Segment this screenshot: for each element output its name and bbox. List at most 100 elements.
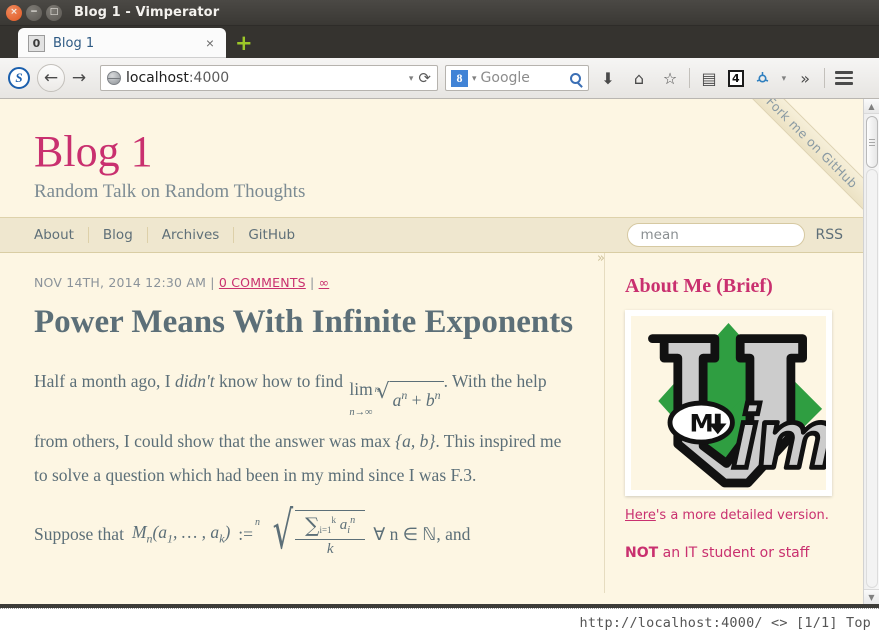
radicand-plus: + — [407, 389, 426, 410]
chevron-down-icon[interactable]: ▾ — [409, 73, 414, 84]
window-title: Blog 1 - Vimperator — [74, 5, 220, 20]
p2-nth-root: n √ ∑i=1k ain k — [255, 505, 366, 558]
minimize-window-button[interactable]: − — [26, 4, 42, 21]
toolbar-divider — [689, 68, 690, 88]
maximize-window-button[interactable]: □ — [46, 4, 62, 21]
sidebar-toggle-icon[interactable]: » — [591, 247, 611, 269]
sidebar-detail-link-line: Here's a more detailed version. — [625, 508, 845, 523]
p2-function-name: Mn(a1, … , ak) — [132, 522, 230, 547]
navigation-toolbar: S ← → localhost:4000 ▾ ⟳ 8 ▾ Google ⬇ ⌂ … — [0, 58, 879, 99]
nav-arrows: ← → — [37, 64, 93, 92]
search-engine-chevron-icon[interactable]: ▾ — [472, 73, 477, 84]
p1-max-set: {a, b} — [395, 430, 436, 451]
addon-icon[interactable] — [751, 65, 775, 91]
p2-forall-clause: ∀ n ∈ ℕ, and — [373, 523, 471, 544]
skype-extension-icon[interactable]: S — [8, 67, 30, 89]
post-content: NOV 14TH, 2014 12:30 AM | 0 COMMENTS | ∞… — [0, 253, 605, 594]
home-icon[interactable]: ⌂ — [627, 65, 651, 91]
limit-operator: lim n→∞ — [349, 372, 372, 424]
p2-args-mid: , … , a — [173, 521, 220, 542]
addon-count-badge[interactable]: 4 — [728, 69, 744, 87]
close-tab-icon[interactable]: × — [202, 35, 218, 51]
post-title[interactable]: Power Means With Infinite Exponents — [34, 302, 576, 342]
sidebar-note-emphasis: NOT — [625, 545, 659, 562]
sidebar-note-rest: an IT student or staff — [658, 545, 810, 562]
p2-text-a: Suppose that — [34, 523, 124, 544]
overflow-chevrons-icon[interactable]: » — [793, 65, 817, 91]
minimize-icon: − — [30, 7, 38, 17]
site-title[interactable]: Blog 1 — [34, 128, 863, 175]
post-comments-link[interactable]: 0 COMMENTS — [219, 275, 306, 290]
p2-args-close: ) — [224, 521, 231, 542]
sum-lower-limit: i=1 — [319, 525, 332, 536]
limit-subscript: n→∞ — [349, 407, 373, 419]
search-icon[interactable] — [570, 72, 581, 84]
web-page: Fork me on GitHub Blog 1 Random Talk on … — [0, 99, 863, 604]
nav-item-about[interactable]: About — [34, 227, 89, 244]
reading-list-icon[interactable]: ▤ — [697, 65, 721, 91]
menu-button[interactable] — [832, 65, 856, 91]
addon-chevron-icon[interactable]: ▾ — [782, 73, 787, 84]
browser-tab[interactable]: 0 Blog 1 × — [18, 28, 226, 58]
nav-item-archives[interactable]: Archives — [148, 227, 235, 244]
nth-root-expression: n √ an + bn — [375, 380, 444, 417]
forward-button[interactable]: → — [65, 64, 93, 92]
close-window-button[interactable]: × — [6, 4, 22, 21]
tab-number-badge: 0 — [28, 34, 45, 52]
site-header: Blog 1 Random Talk on Random Thoughts — [0, 99, 863, 217]
nav-item-blog[interactable]: Blog — [89, 227, 148, 244]
url-host: localhost — [126, 70, 189, 86]
bookmark-star-icon[interactable]: ☆ — [658, 65, 682, 91]
scroll-down-button[interactable]: ▼ — [864, 589, 879, 604]
nav-item-github[interactable]: GitHub — [234, 227, 309, 243]
radicand-b: b — [425, 389, 435, 410]
summation-icon: ∑ — [305, 513, 320, 538]
sidebar-detail-link[interactable]: Here — [625, 508, 656, 523]
p2-fraction-numerator: ∑i=1k ain — [295, 513, 365, 539]
post-formula-2: Suppose that Mn(a1, … , ak) := n √ ∑i=1k… — [34, 505, 576, 558]
new-tab-button[interactable]: + — [235, 33, 253, 54]
vim-markdown-logo-icon: M — [648, 323, 826, 488]
radicand-b-exponent: n — [434, 387, 441, 402]
window-controls: × − □ — [0, 4, 62, 21]
vimperator-status-bar: http://localhost:4000/ <> [1/1] Top — [0, 608, 879, 636]
sum-upper-limit: k — [331, 515, 337, 526]
p2-fraction-denominator: k — [295, 539, 366, 558]
post-permalink[interactable]: ∞ — [319, 275, 330, 290]
reload-icon[interactable]: ⟳ — [418, 69, 431, 87]
page-columns: NOV 14TH, 2014 12:30 AM | 0 COMMENTS | ∞… — [0, 251, 863, 594]
scroll-up-button[interactable]: ▲ — [864, 99, 879, 114]
sum-body-exponent: n — [350, 515, 356, 527]
google-icon[interactable]: 8 — [451, 69, 468, 87]
tab-title: Blog 1 — [53, 35, 95, 51]
post-paragraph-1: Half a month ago, I didn't know how to f… — [34, 364, 576, 492]
rss-link[interactable]: RSS — [815, 227, 843, 243]
page-viewport: Fork me on GitHub Blog 1 Random Talk on … — [0, 99, 879, 604]
p1-emphasis: didn't — [174, 371, 215, 392]
close-icon: × — [10, 7, 18, 17]
address-bar[interactable]: localhost:4000 ▾ ⟳ — [100, 65, 438, 91]
maximize-icon: □ — [49, 7, 59, 17]
search-bar[interactable]: 8 ▾ Google — [445, 65, 589, 91]
p2-root-index: n — [255, 517, 261, 529]
p2-fraction: ∑i=1k ain k — [295, 510, 366, 558]
sum-body-subscript: i — [347, 525, 351, 537]
avatar: M — [625, 310, 832, 497]
limit-op-label: lim — [349, 379, 373, 400]
sidebar-heading: About Me (Brief) — [625, 275, 773, 298]
site-search-input[interactable]: mean — [627, 223, 806, 248]
page-scrollbar[interactable]: ▲ ▼ — [863, 99, 879, 604]
scrollbar-track[interactable] — [866, 169, 878, 588]
sidebar-note: NOT an IT student or staff — [625, 545, 845, 561]
svg-text:M: M — [690, 408, 714, 437]
search-input[interactable]: Google — [481, 70, 566, 86]
download-icon[interactable]: ⬇ — [596, 65, 620, 91]
site-navigation: About Blog Archives GitHub mean RSS — [0, 217, 863, 254]
sidebar-detail-rest: 's a more detailed version. — [655, 508, 829, 524]
p2-M: M — [131, 521, 147, 542]
url-port: :4000 — [188, 70, 230, 86]
back-button[interactable]: ← — [37, 64, 65, 92]
status-bar-text: http://localhost:4000/ <> [1/1] Top — [579, 614, 871, 631]
scrollbar-thumb[interactable] — [866, 116, 878, 168]
p1-text-a: Half a month ago, I — [34, 371, 175, 392]
